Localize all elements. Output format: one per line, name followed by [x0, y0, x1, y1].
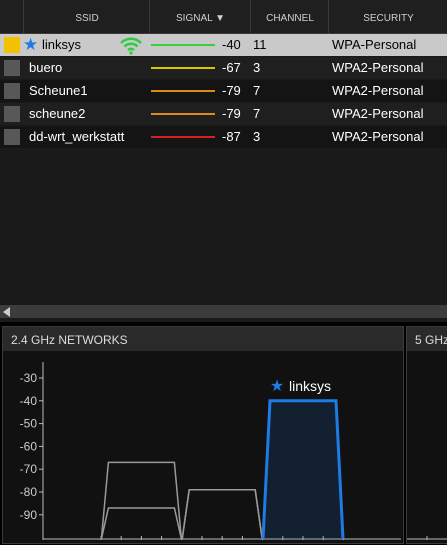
y-tick-label: -70 — [20, 462, 38, 476]
table-header: SSID SIGNAL ▼ CHANNEL SECURITY — [0, 0, 447, 34]
horizontal-scrollbar[interactable] — [0, 305, 447, 318]
ssid-cell: scheune2 — [29, 106, 86, 121]
row-select-checkbox[interactable] — [4, 37, 20, 53]
signal-cell: -67 — [222, 60, 241, 75]
signal-curve — [181, 488, 263, 540]
channel-cell: 3 — [253, 129, 261, 144]
signal-cell: -79 — [222, 106, 241, 121]
row-select-checkbox[interactable] — [4, 106, 20, 122]
channel-cell: 3 — [253, 60, 261, 75]
channel-cell: 11 — [253, 37, 267, 52]
signal-cell: -79 — [222, 83, 241, 98]
security-cell: WPA2-Personal — [332, 129, 424, 144]
y-tick-label: -60 — [20, 439, 38, 453]
scroll-left-icon[interactable] — [3, 307, 10, 317]
signal-strength-bar — [151, 44, 215, 46]
security-cell: WPA2-Personal — [332, 60, 424, 75]
signal-curve — [181, 488, 263, 540]
signal-cell: -87 — [222, 129, 241, 144]
signal-strength-bar — [151, 113, 215, 115]
y-tick-label: -40 — [20, 394, 38, 408]
y-tick-label: -50 — [20, 417, 38, 431]
row-select-checkbox[interactable] — [4, 129, 20, 145]
row-select-checkbox[interactable] — [4, 83, 20, 99]
signal-curve — [100, 461, 183, 540]
row-select-checkbox[interactable] — [4, 60, 20, 76]
signal-column-header[interactable]: SIGNAL ▼ — [149, 0, 251, 33]
network-row[interactable]: Scheune1 -79 7 WPA2-Personal — [0, 80, 447, 102]
ssid-cell: Scheune1 — [29, 83, 88, 98]
channel-column-header[interactable]: CHANNEL — [250, 0, 329, 33]
panel-5ghz-title: 5 GHz NETWORKS — [407, 327, 447, 351]
network-row[interactable]: ★ linksys -40 11 WPA-Personal — [0, 34, 447, 56]
highlighted-network-label: linksys — [289, 378, 331, 394]
signal-cell: -40 — [222, 37, 241, 52]
favorite-star-icon: ★ — [270, 376, 284, 395]
security-column-header[interactable]: SECURITY — [328, 0, 447, 33]
y-tick-label: -80 — [20, 485, 38, 499]
panel-2-4ghz-title: 2.4 GHz NETWORKS — [3, 327, 403, 351]
security-cell: WPA2-Personal — [332, 83, 424, 98]
signal-strength-bar — [151, 136, 215, 138]
signal-strength-bar — [151, 67, 215, 69]
signal-strength-bar — [151, 90, 215, 92]
channel-graph-2-4ghz: -30-40-50-60-70-80-9012345678910111213★l… — [20, 362, 401, 540]
wifi-connected-icon — [120, 37, 142, 55]
signal-curve — [261, 399, 345, 540]
y-tick-label: -90 — [20, 508, 38, 522]
channel-graph-5ghz: 36 — [407, 536, 447, 540]
signal-curve — [100, 507, 183, 540]
ssid-cell: buero — [29, 60, 63, 75]
ssid-cell: dd-wrt_werkstatt — [29, 129, 125, 144]
channel-cell: 7 — [253, 106, 261, 121]
channel-cell: 7 — [253, 83, 261, 98]
network-row[interactable]: dd-wrt_werkstatt -87 3 WPA2-Personal — [0, 126, 447, 148]
security-cell: WPA-Personal — [332, 37, 417, 52]
security-cell: WPA2-Personal — [332, 106, 424, 121]
network-table: SSID SIGNAL ▼ CHANNEL SECURITY ★ linksys -… — [0, 0, 447, 322]
panel-2-4ghz: 2.4 GHz NETWORKS -30-40-50-60-70-80-9012… — [2, 326, 404, 544]
network-row[interactable]: scheune2 -79 7 WPA2-Personal — [0, 103, 447, 125]
y-tick-label: -30 — [20, 371, 38, 385]
ssid-column-header[interactable]: SSID — [23, 0, 150, 33]
favorite-star-icon[interactable]: ★ — [23, 34, 38, 56]
checkbox-column-header — [0, 0, 22, 33]
network-row[interactable]: buero -67 3 WPA2-Personal — [0, 57, 447, 79]
panel-5ghz: 5 GHz NETWORKS 36 — [406, 326, 447, 544]
